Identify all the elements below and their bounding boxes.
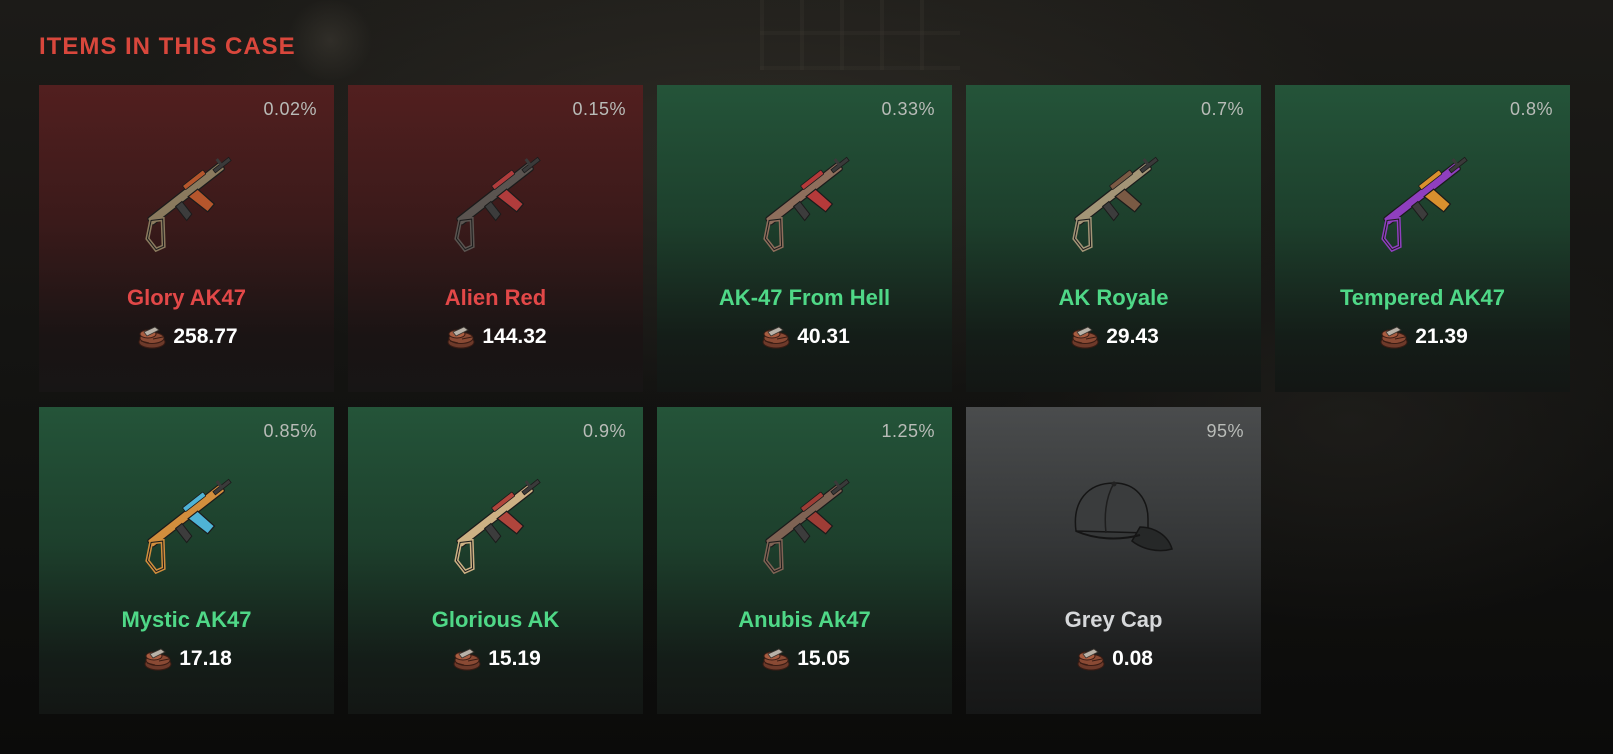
item-name: Glory AK47 [126, 285, 246, 310]
item-card[interactable]: 0.9% Glorious AK 15.19 [348, 407, 643, 714]
baseball-cap-icon [1054, 457, 1174, 577]
scrap-coin-icon [1377, 323, 1409, 351]
item-card[interactable]: 0.85% Mystic AK47 17.18 [39, 407, 334, 714]
drop-chance: 0.7% [1200, 99, 1244, 119]
scrap-coin-icon [1068, 323, 1100, 351]
item-name: Alien Red [444, 285, 547, 310]
item-name: Grey Cap [1064, 607, 1163, 632]
price-value: 144.32 [482, 325, 547, 348]
price-value: 40.31 [797, 325, 850, 348]
drop-chance: 0.33% [881, 99, 935, 119]
price-value: 0.08 [1112, 647, 1153, 670]
item-name: AK-47 From Hell [718, 285, 891, 310]
item-price: 144.32 [348, 323, 643, 351]
price-value: 15.19 [488, 647, 541, 670]
scrap-coin-icon [450, 645, 482, 673]
item-price: 15.05 [657, 645, 952, 673]
drop-chance: 95% [1206, 421, 1244, 441]
price-value: 17.18 [179, 647, 232, 670]
item-card[interactable]: 0.02% Glory AK47 258.77 [39, 85, 334, 392]
scrap-coin-icon [444, 323, 476, 351]
scrap-coin-icon [141, 645, 173, 673]
item-price: 29.43 [966, 323, 1261, 351]
price-value: 15.05 [797, 647, 850, 670]
price-value: 21.39 [1415, 325, 1468, 348]
drop-chance: 1.25% [881, 421, 935, 441]
item-card[interactable]: 95% Grey Cap 0.08 [966, 407, 1261, 714]
item-card[interactable]: 0.15% Alien Red 144.32 [348, 85, 643, 392]
ak47-rifle-icon [127, 457, 247, 577]
ak47-rifle-icon [1363, 135, 1483, 255]
ak47-rifle-icon [745, 135, 865, 255]
ak47-rifle-icon [436, 457, 556, 577]
case-contents-section: ITEMS IN THIS CASE 0.02% Glory AK47 258.77… [39, 28, 1574, 714]
ak47-rifle-icon [436, 135, 556, 255]
item-name: Mystic AK47 [121, 607, 252, 632]
item-name: Glorious AK [431, 607, 560, 632]
item-price: 21.39 [1275, 323, 1570, 351]
item-price: 40.31 [657, 323, 952, 351]
item-price: 17.18 [39, 645, 334, 673]
item-card[interactable]: 1.25% Anubis Ak47 15.05 [657, 407, 952, 714]
item-name: Tempered AK47 [1339, 285, 1506, 310]
drop-chance: 0.02% [263, 99, 317, 119]
drop-chance: 0.9% [582, 421, 626, 441]
drop-chance: 0.15% [572, 99, 626, 119]
ak47-rifle-icon [1054, 135, 1174, 255]
drop-chance: 0.8% [1509, 99, 1553, 119]
scrap-coin-icon [759, 645, 791, 673]
item-name: Anubis Ak47 [738, 607, 871, 632]
item-card[interactable]: 0.33% AK-47 From Hell 40.31 [657, 85, 952, 392]
item-price: 258.77 [39, 323, 334, 351]
item-card[interactable]: 0.8% Tempered AK47 21.39 [1275, 85, 1570, 392]
scrap-coin-icon [759, 323, 791, 351]
section-title: ITEMS IN THIS CASE [39, 33, 296, 60]
price-value: 258.77 [173, 325, 238, 348]
item-price: 0.08 [966, 645, 1261, 673]
item-card[interactable]: 0.7% AK Royale 29.43 [966, 85, 1261, 392]
item-price: 15.19 [348, 645, 643, 673]
ak47-rifle-icon [745, 457, 865, 577]
items-grid: 0.02% Glory AK47 258.77 0.15% Alien Red 144.3… [39, 85, 1574, 714]
scrap-coin-icon [135, 323, 167, 351]
drop-chance: 0.85% [263, 421, 317, 441]
item-name: AK Royale [1058, 285, 1169, 310]
scrap-coin-icon [1074, 645, 1106, 673]
price-value: 29.43 [1106, 325, 1159, 348]
ak47-rifle-icon [127, 135, 247, 255]
